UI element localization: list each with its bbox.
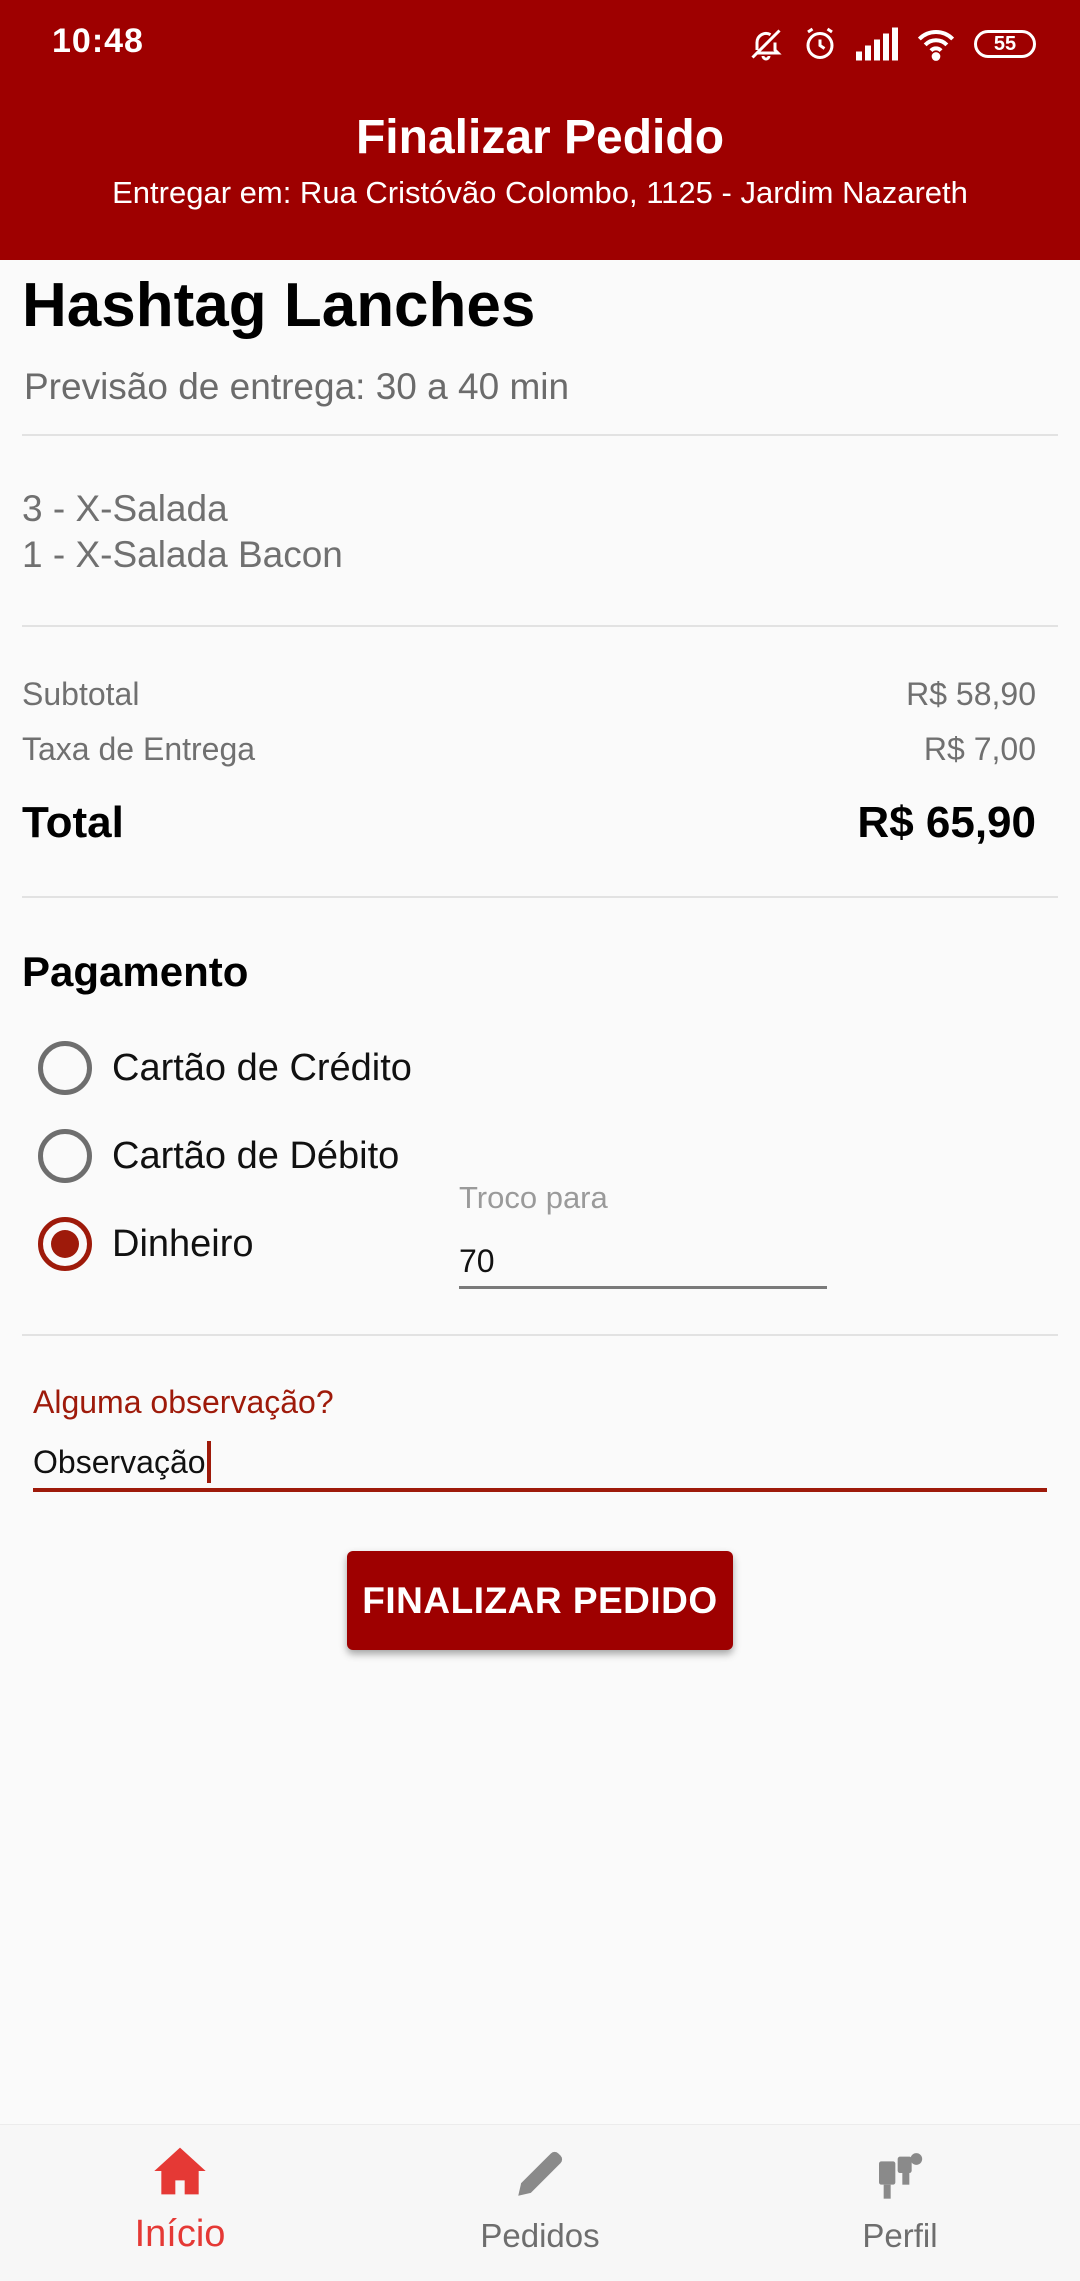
payment-option-cash[interactable]: Dinheiro [38,1217,254,1271]
total-label: Total [22,798,124,847]
observation-text: Observação [33,1443,206,1480]
radio-dot [51,1230,79,1258]
change-label: Troco para [459,1180,608,1215]
subtotal-label: Subtotal [22,676,140,712]
status-icons: 55 [748,22,1036,66]
nav-item-inicio[interactable]: Início [50,2125,310,2281]
divider [22,625,1058,627]
divider [22,434,1058,436]
battery-icon: 55 [974,30,1036,58]
nav-label: Pedidos [480,2217,600,2254]
change-input[interactable] [459,1236,827,1289]
total-value: R$ 65,90 [857,798,1036,847]
delivery-fee-row: Taxa de Entrega R$ 7,00 [22,731,1036,768]
nav-label: Início [134,2213,226,2255]
app-header: 10:48 55 Finalizar Pedido Entregar em: R… [0,0,1080,260]
signal-icon [856,27,898,61]
delivery-eta: Previsão de entrega: 30 a 40 min [24,366,570,407]
wifi-icon [916,27,956,61]
radio-button-checked[interactable] [38,1217,92,1271]
nav-label: Perfil [862,2217,938,2254]
total-row: Total R$ 65,90 [22,798,1036,848]
divider [22,896,1058,898]
payment-option-label: Cartão de Crédito [112,1046,412,1089]
text-caret [206,1441,211,1483]
alarm-icon [802,26,838,62]
radio-button[interactable] [38,1041,92,1095]
payment-option-label: Cartão de Débito [112,1134,400,1177]
divider [22,1334,1058,1336]
order-item: 3 - X-Salada [22,488,228,529]
subtotal-row: Subtotal R$ 58,90 [22,676,1036,713]
subtotal-value: R$ 58,90 [906,676,1036,712]
profile-icon [872,2145,928,2206]
home-icon [152,2145,208,2202]
delivery-fee-label: Taxa de Entrega [22,731,256,767]
pencil-icon [511,2145,569,2208]
observation-label: Alguma observação? [33,1384,334,1420]
store-name: Hashtag Lanches [22,271,536,340]
nav-item-perfil[interactable]: Perfil [770,2125,1030,2281]
delivery-address: Entregar em: Rua Cristóvão Colombo, 1125… [112,175,968,210]
finalize-order-button[interactable]: FINALIZAR PEDIDO [347,1551,733,1650]
nav-item-pedidos[interactable]: Pedidos [410,2125,670,2281]
radio-button[interactable] [38,1129,92,1183]
bottom-nav: Início Pedidos Perfil [0,2124,1080,2281]
payment-option-debit[interactable]: Cartão de Débito [38,1129,399,1183]
order-item: 1 - X-Salada Bacon [22,534,343,575]
payment-option-credit[interactable]: Cartão de Crédito [38,1041,412,1095]
bell-off-icon [748,26,784,62]
payment-option-label: Dinheiro [112,1222,254,1265]
observation-input[interactable]: Observação [33,1436,1047,1492]
page-title: Finalizar Pedido [355,111,725,164]
status-time: 10:48 [52,22,144,60]
delivery-fee-value: R$ 7,00 [923,731,1036,767]
payment-title: Pagamento [22,948,249,995]
